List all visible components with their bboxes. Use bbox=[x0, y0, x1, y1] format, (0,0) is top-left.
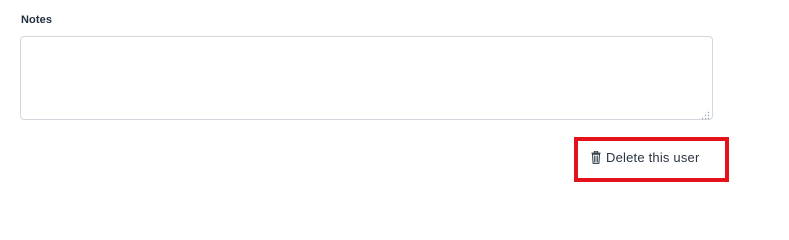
user-edit-form: Notes Delete this user bbox=[0, 0, 789, 227]
notes-textarea[interactable] bbox=[20, 36, 713, 120]
resize-grip-icon[interactable] bbox=[700, 107, 710, 120]
delete-user-button[interactable]: Delete this user bbox=[591, 150, 700, 165]
notes-label: Notes bbox=[21, 14, 53, 26]
trash-icon bbox=[591, 150, 601, 164]
delete-user-label: Delete this user bbox=[606, 150, 700, 165]
